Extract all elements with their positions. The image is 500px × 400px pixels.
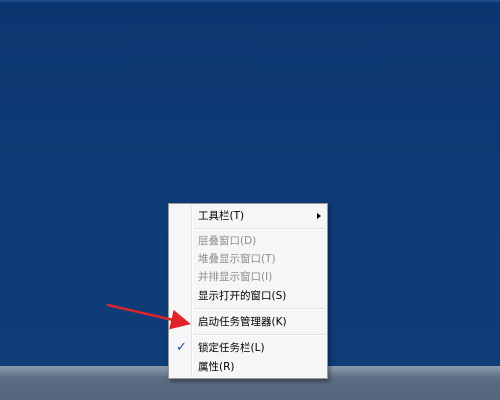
annotation-arrow-icon — [106, 303, 191, 330]
annotation-arrow-line — [106, 303, 191, 330]
